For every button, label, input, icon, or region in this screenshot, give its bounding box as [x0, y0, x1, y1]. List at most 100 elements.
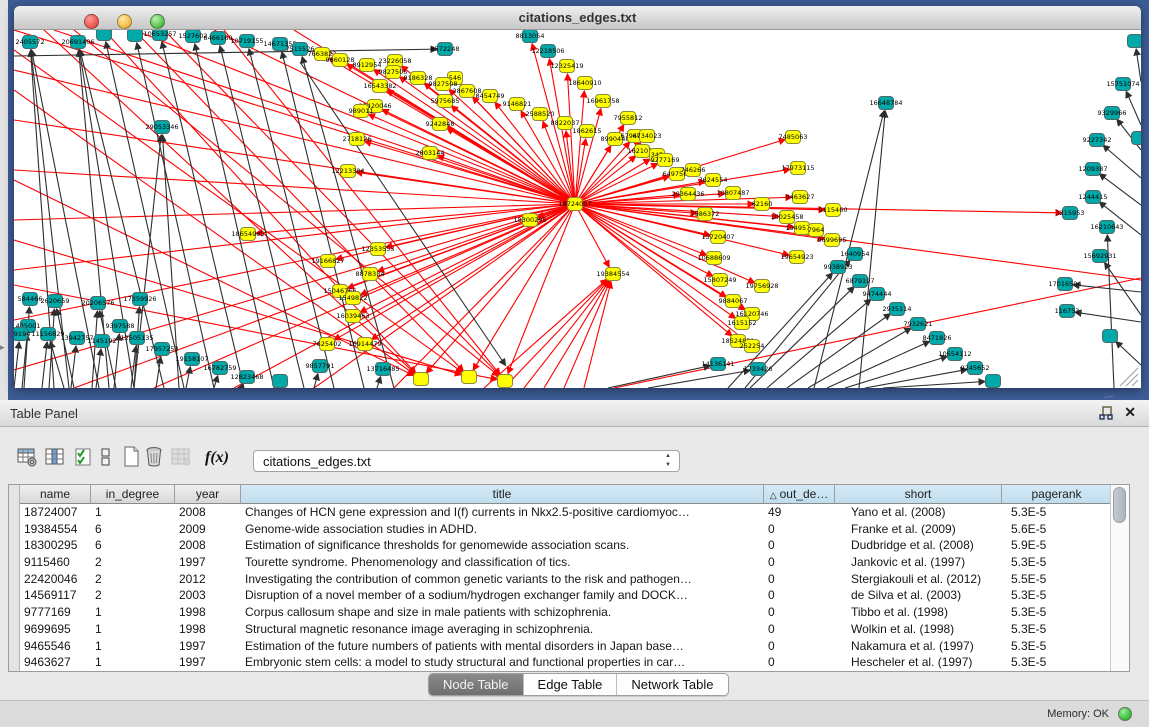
close-panel-icon[interactable]: ✕ [1124, 404, 1136, 421]
graph-edge[interactable] [584, 282, 611, 388]
graph-edge[interactable] [473, 204, 575, 370]
column-header-out-degree[interactable]: △out_de… [764, 485, 835, 504]
graph-edge[interactable] [575, 156, 636, 204]
graph-edge[interactable] [1136, 49, 1141, 82]
graph-edge[interactable] [865, 369, 967, 388]
column-header-year[interactable]: year [175, 485, 241, 504]
graph-edge[interactable] [14, 50, 463, 372]
graph-edge[interactable] [368, 114, 575, 204]
graph-edge[interactable] [544, 281, 609, 388]
graph-node-label: 10688609 [697, 254, 730, 262]
graph-edge[interactable] [57, 309, 74, 388]
select-rows-button[interactable] [74, 446, 92, 470]
window-title: citations_edges.txt [14, 10, 1141, 25]
table-row[interactable]: 1830029562008Estimation of significance … [20, 537, 1110, 554]
graph-node[interactable] [97, 30, 112, 41]
table-row[interactable]: 2242004622012Investigating the contribut… [20, 571, 1110, 588]
float-panel-icon[interactable] [1099, 406, 1113, 420]
row-height-button[interactable] [100, 446, 112, 470]
graph-node[interactable] [986, 375, 1001, 388]
function-builder-button[interactable]: f(x) [200, 446, 234, 470]
graph-edge[interactable] [42, 342, 47, 388]
graph-node-label: 8912954 [353, 61, 382, 69]
import-table-button-disabled[interactable] [170, 446, 192, 470]
graph-node-label: 2405572 [16, 38, 45, 46]
graph-node-label: 9227342 [1083, 136, 1112, 144]
column-header-pagerank[interactable]: pagerank [1002, 485, 1110, 504]
graph-node[interactable] [273, 375, 288, 388]
tab-network-table[interactable]: Network Table [616, 674, 727, 695]
delete-column-button[interactable] [144, 446, 164, 470]
graph-node-label: 1244415 [1079, 193, 1108, 201]
graph-node-label: 12505135 [120, 334, 153, 342]
graph-node-label: 62160 [752, 200, 773, 208]
graph-node-label: 9777169 [651, 156, 680, 164]
graph-node-label: 8466160 [204, 34, 233, 42]
graph-node[interactable] [462, 371, 477, 384]
table-row[interactable]: 1872400712008Changes of HCN gene express… [20, 504, 1110, 521]
graph-edge[interactable] [14, 240, 461, 375]
graph-edge[interactable] [186, 367, 190, 388]
table-row[interactable]: 1456911722003Disruption of a novel membe… [20, 587, 1110, 604]
graph-edge[interactable] [386, 204, 575, 247]
tab-edge-table[interactable]: Edge Table [523, 674, 617, 695]
network-canvas[interactable]: 2405572206914061065325715276028466160107… [14, 29, 1141, 388]
graph-edge[interactable] [1126, 91, 1141, 125]
graph-edge[interactable] [504, 280, 607, 388]
graph-node-label: 12213384 [331, 167, 364, 175]
graph-edge[interactable] [14, 30, 575, 204]
window-resize-grip[interactable] [1132, 380, 1138, 386]
graph-edge[interactable] [214, 376, 218, 388]
graph-node-label: 10654112 [938, 350, 971, 358]
graph-edge[interactable] [96, 349, 101, 388]
column-header-name[interactable]: name [20, 485, 91, 504]
graph-edge[interactable] [524, 280, 608, 388]
graph-node[interactable] [498, 375, 513, 388]
graph-node-label: 16961758 [586, 97, 619, 105]
table-settings-button[interactable] [16, 446, 38, 470]
graph-node-label: 9884067 [719, 297, 748, 305]
new-column-button[interactable] [122, 446, 140, 470]
graph-edge[interactable] [1073, 285, 1141, 292]
graph-edge[interactable] [14, 170, 575, 204]
combo-stepper-icon[interactable]: ▲ ▼ [665, 452, 671, 470]
graph-edge[interactable] [1075, 312, 1141, 322]
scrollbar-thumb[interactable] [1113, 487, 1126, 523]
column-header-short[interactable]: short [835, 485, 1002, 504]
graph-edge[interactable] [14, 342, 19, 388]
graph-edge[interactable] [787, 314, 891, 388]
tab-node-table[interactable]: Node Table [429, 674, 523, 695]
graph-node[interactable] [128, 30, 143, 42]
graph-edge[interactable] [608, 366, 710, 388]
column-header-title[interactable]: title [241, 485, 764, 504]
graph-edge[interactable] [1116, 341, 1141, 365]
graph-edge[interactable] [377, 377, 381, 388]
select-column-button[interactable] [44, 446, 66, 470]
table-row[interactable]: 969969511998Structural magnetic resonanc… [20, 621, 1110, 638]
panel-collapse-icon[interactable]: ▸ [0, 342, 5, 353]
graph-node-label: 20364436 [671, 190, 704, 198]
table-row[interactable]: 911546021997Tourette syndrome. Phenomeno… [20, 554, 1110, 571]
status-bar: Memory: OK [0, 700, 1149, 727]
window-titlebar[interactable]: citations_edges.txt [14, 6, 1141, 30]
graph-node-label: 9146821 [503, 100, 532, 108]
table-row[interactable]: 977716911998Corpus callosum shape and si… [20, 604, 1110, 621]
table-panel-title: Table Panel [10, 406, 78, 421]
citation-network-graph[interactable]: 2405572206914061065325715276028466160107… [14, 30, 1141, 388]
graph-edge[interactable] [1103, 145, 1141, 178]
graph-node-label: 18300295 [513, 216, 546, 224]
table-vertical-scrollbar[interactable] [1110, 485, 1129, 671]
graph-node-label: 16543382 [363, 82, 396, 90]
graph-node-label: 10807487 [716, 189, 749, 197]
graph-node[interactable] [414, 373, 429, 386]
window-resize-grip[interactable] [1126, 374, 1138, 386]
graph-edge[interactable] [648, 370, 750, 388]
table-row[interactable]: 946362711997Embryonic stem cells: a mode… [20, 654, 1110, 671]
table-row[interactable]: 946554611997Estimation of the future num… [20, 638, 1110, 655]
graph-node[interactable] [1103, 330, 1118, 343]
table-row[interactable]: 1938455462009Genome-wide association stu… [20, 521, 1110, 538]
column-header-in-degree[interactable]: in_degree [91, 485, 175, 504]
table-source-select[interactable]: citations_edges.txt ▲ ▼ [253, 450, 680, 472]
graph-node[interactable] [1132, 132, 1142, 145]
graph-node[interactable] [1128, 35, 1142, 48]
